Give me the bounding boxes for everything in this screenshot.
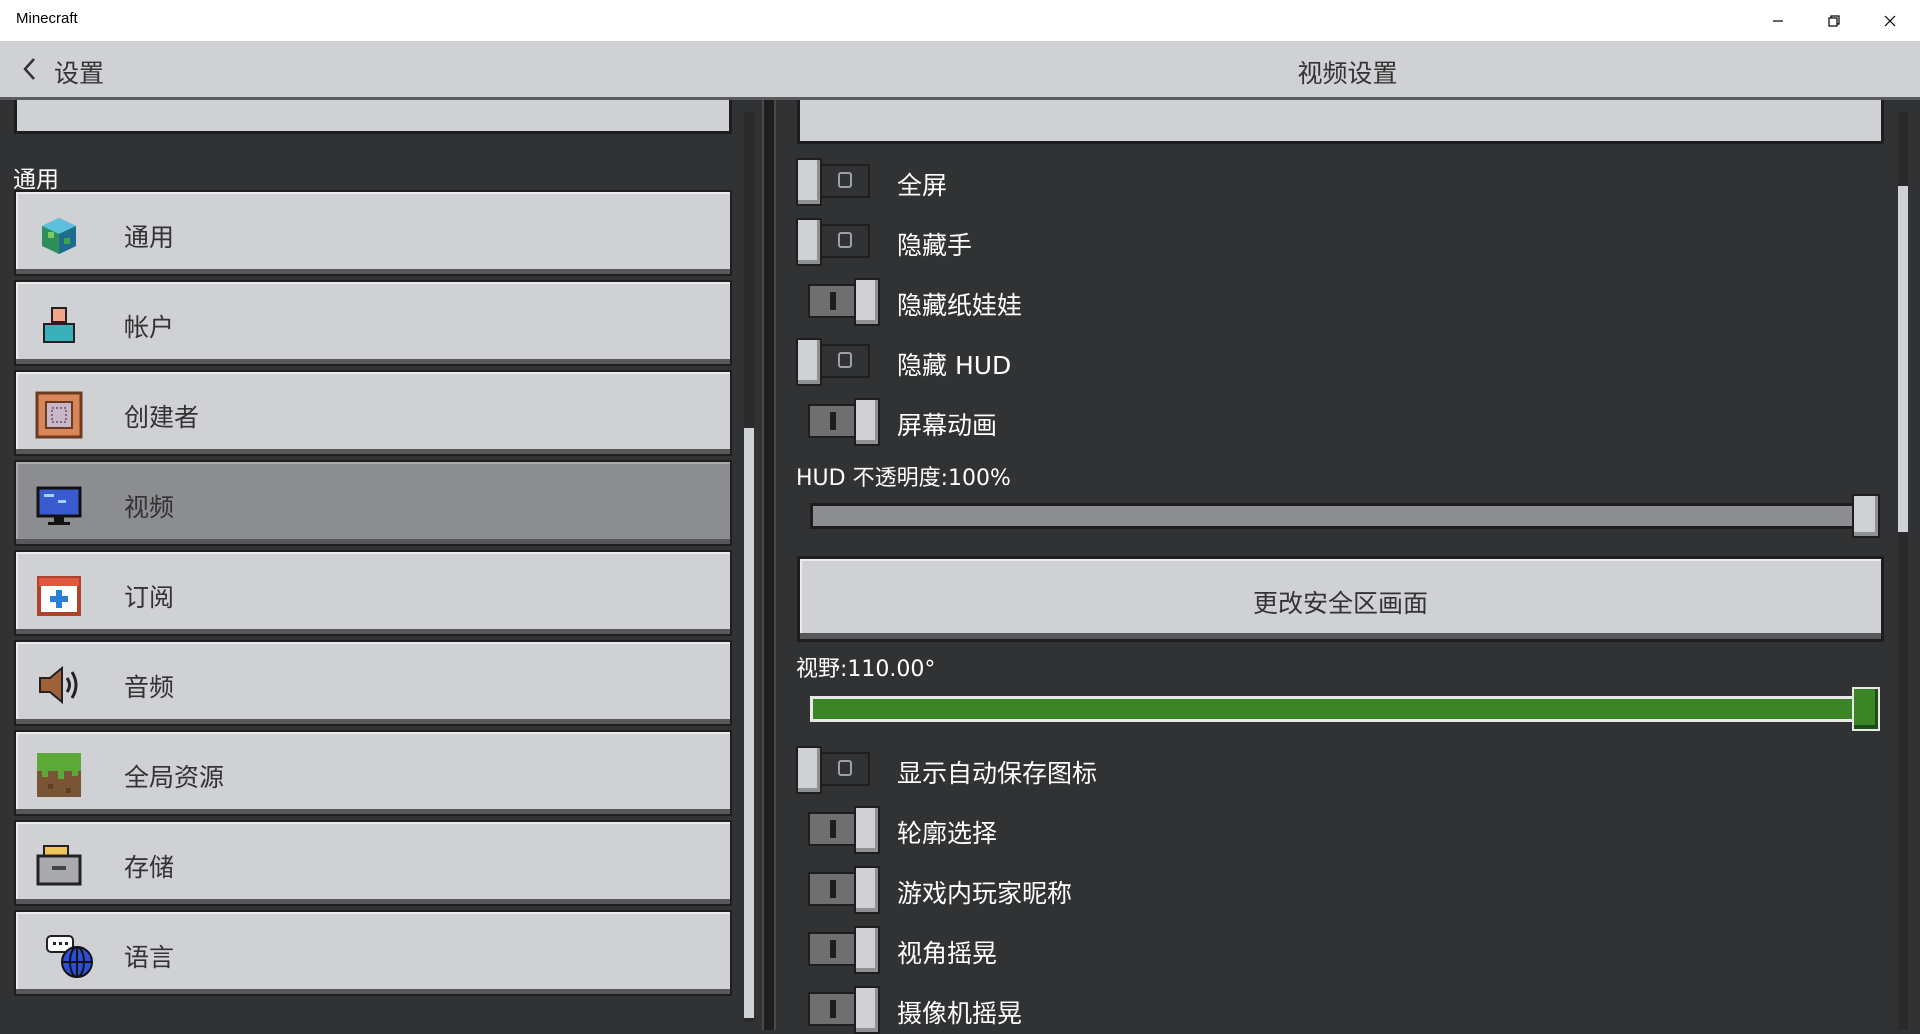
setting-label: 显示自动保存图标: [897, 759, 1098, 788]
sidebar-item-label: 帐户: [124, 313, 175, 342]
monitor-icon: [36, 486, 82, 525]
globe-block-icon: [42, 218, 76, 254]
sidebar-item-label: 视频: [124, 493, 175, 522]
setting-label: 视角摇晃: [897, 939, 998, 968]
slider-thumb[interactable]: [1852, 687, 1880, 731]
fov-slider[interactable]: [810, 687, 1884, 731]
sidebar-item-label: 音频: [124, 673, 175, 702]
hide-paperdoll-toggle[interactable]: [796, 278, 880, 326]
setting-hide-hand: 隐藏手: [796, 218, 1696, 266]
setting-hide-hud: 隐藏 HUD: [796, 338, 1696, 386]
window-title-bar: Minecraft: [0, 0, 1920, 41]
page-title: 视频设置: [1297, 59, 1398, 88]
hud-opacity-slider[interactable]: [810, 494, 1884, 538]
setting-label: 隐藏 HUD: [897, 351, 1012, 380]
setting-label: 屏幕动画: [897, 411, 998, 440]
account-person-icon: [43, 307, 75, 343]
close-button[interactable]: [1862, 0, 1918, 41]
sidebar-section-label: 通用: [13, 167, 59, 193]
autosave-icon-toggle[interactable]: [796, 746, 872, 794]
outline-selection-toggle[interactable]: [796, 806, 880, 854]
restore-button[interactable]: [1806, 0, 1862, 41]
sidebar-item-creator[interactable]: 创建者: [14, 370, 732, 456]
hud-opacity-label: HUD 不透明度:100%: [796, 466, 1011, 491]
sidebar-item-label: 语言: [124, 943, 175, 972]
fov-label: 视野:110.00°: [796, 657, 936, 682]
back-button[interactable]: 设置: [54, 54, 104, 90]
setting-camera-shake: 摄像机摇晃: [796, 986, 1696, 1034]
settings-item-partial[interactable]: [797, 100, 1884, 144]
hide-hud-toggle[interactable]: [796, 338, 872, 386]
settings-header: 设置 视频设置: [0, 41, 1920, 100]
player-names-toggle[interactable]: [796, 866, 880, 914]
pane-divider: [762, 100, 776, 1030]
hide-hand-toggle[interactable]: [796, 218, 872, 266]
sidebar-item-label: 存储: [124, 853, 175, 882]
close-icon: [1884, 15, 1896, 26]
setting-view-bobbing: 视角摇晃: [796, 926, 1696, 974]
storage-box-icon: [36, 845, 82, 886]
window-title: Minecraft: [16, 10, 78, 27]
command-block-icon: [35, 391, 83, 439]
setting-label: 轮廓选择: [897, 819, 998, 848]
setting-autosave-icon: 显示自动保存图标: [796, 746, 1696, 794]
sidebar-item-general[interactable]: 通用: [14, 190, 732, 276]
fullscreen-toggle[interactable]: [796, 158, 872, 206]
setting-hide-paperdoll: 隐藏纸娃娃: [796, 278, 1696, 326]
sidebar-item-label: 通用: [124, 223, 175, 252]
sidebar-item-storage[interactable]: 存储: [14, 820, 732, 906]
minimize-icon: [1773, 19, 1783, 22]
sidebar-scrollbar-thumb[interactable]: [744, 428, 754, 1018]
language-globe-icon: [46, 935, 93, 978]
change-safe-area-button[interactable]: 更改安全区画面: [797, 556, 1884, 642]
grass-block-icon: [37, 753, 81, 797]
slider-track[interactable]: [810, 696, 1868, 722]
chevron-left-icon[interactable]: [20, 55, 40, 83]
sidebar-item-partial[interactable]: [14, 100, 732, 134]
setting-label: 摄像机摇晃: [897, 999, 1023, 1028]
calendar-plus-icon: [37, 576, 81, 616]
setting-screen-animations: 屏幕动画: [796, 398, 1696, 446]
sidebar-item-video[interactable]: 视频: [14, 460, 732, 546]
minimize-button[interactable]: [1750, 0, 1806, 41]
setting-label: 隐藏手: [897, 231, 973, 260]
slider-thumb[interactable]: [1852, 494, 1880, 538]
button-label: 更改安全区画面: [1252, 589, 1428, 618]
screen-animations-toggle[interactable]: [796, 398, 880, 446]
sidebar-item-label: 全局资源: [124, 763, 225, 792]
setting-player-names: 游戏内玩家昵称: [796, 866, 1696, 914]
sidebar-item-account[interactable]: 帐户: [14, 280, 732, 366]
setting-label: 游戏内玩家昵称: [897, 879, 1073, 908]
sidebar-item-label: 订阅: [124, 583, 175, 612]
view-bobbing-toggle[interactable]: [796, 926, 880, 974]
restore-icon: [1828, 14, 1840, 27]
setting-label: 隐藏纸娃娃: [897, 291, 1023, 320]
slider-track[interactable]: [810, 503, 1868, 529]
setting-fullscreen: 全屏: [796, 158, 1696, 206]
speaker-icon: [39, 665, 78, 705]
settings-scrollbar-thumb[interactable]: [1898, 186, 1908, 532]
sidebar-item-language[interactable]: 语言: [14, 910, 732, 996]
setting-label: 全屏: [897, 171, 948, 200]
sidebar-item-label: 创建者: [124, 403, 200, 432]
camera-shake-toggle[interactable]: [796, 986, 880, 1034]
setting-outline-selection: 轮廓选择: [796, 806, 1696, 854]
sidebar-item-global-resources[interactable]: 全局资源: [14, 730, 732, 816]
sidebar-item-audio[interactable]: 音频: [14, 640, 732, 726]
sidebar-item-subscriptions[interactable]: 订阅: [14, 550, 732, 636]
